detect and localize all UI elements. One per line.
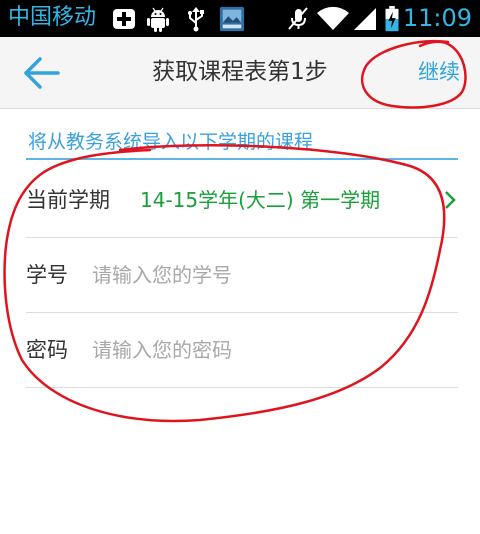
password-input[interactable] [92, 331, 442, 369]
password-label: 密码 [26, 338, 68, 362]
app-header: 获取课程表第1步 继续 [0, 37, 480, 109]
back-arrow-icon[interactable] [22, 55, 62, 91]
student-id-row: 学号 [26, 238, 458, 313]
continue-button[interactable]: 继续 [418, 37, 460, 108]
password-row: 密码 [26, 313, 458, 388]
wifi-icon [317, 6, 349, 30]
page-title: 获取课程表第1步 [152, 59, 328, 85]
section-hint: 将从教务系统导入以下学期的课程 [28, 131, 314, 153]
chevron-right-icon [445, 191, 456, 209]
battery-charging-icon [385, 6, 399, 32]
signal-icon [354, 8, 376, 30]
student-id-input[interactable] [92, 256, 442, 294]
plus-box-icon [113, 9, 135, 29]
image-icon [219, 6, 245, 32]
student-id-label: 学号 [26, 263, 68, 287]
status-bar: 中国移动 11:09 [0, 0, 480, 37]
section-hint-divider [26, 158, 458, 160]
usb-icon [188, 7, 204, 32]
mute-icon [288, 7, 308, 30]
status-time: 11:09 [402, 4, 472, 32]
semester-value: 14-15学年(大二) 第一学期 [140, 188, 381, 212]
carrier-name: 中国移动 [8, 5, 97, 30]
android-icon [147, 7, 169, 32]
semester-label: 当前学期 [26, 188, 110, 212]
semester-row[interactable]: 当前学期 14-15学年(大二) 第一学期 [26, 163, 458, 238]
